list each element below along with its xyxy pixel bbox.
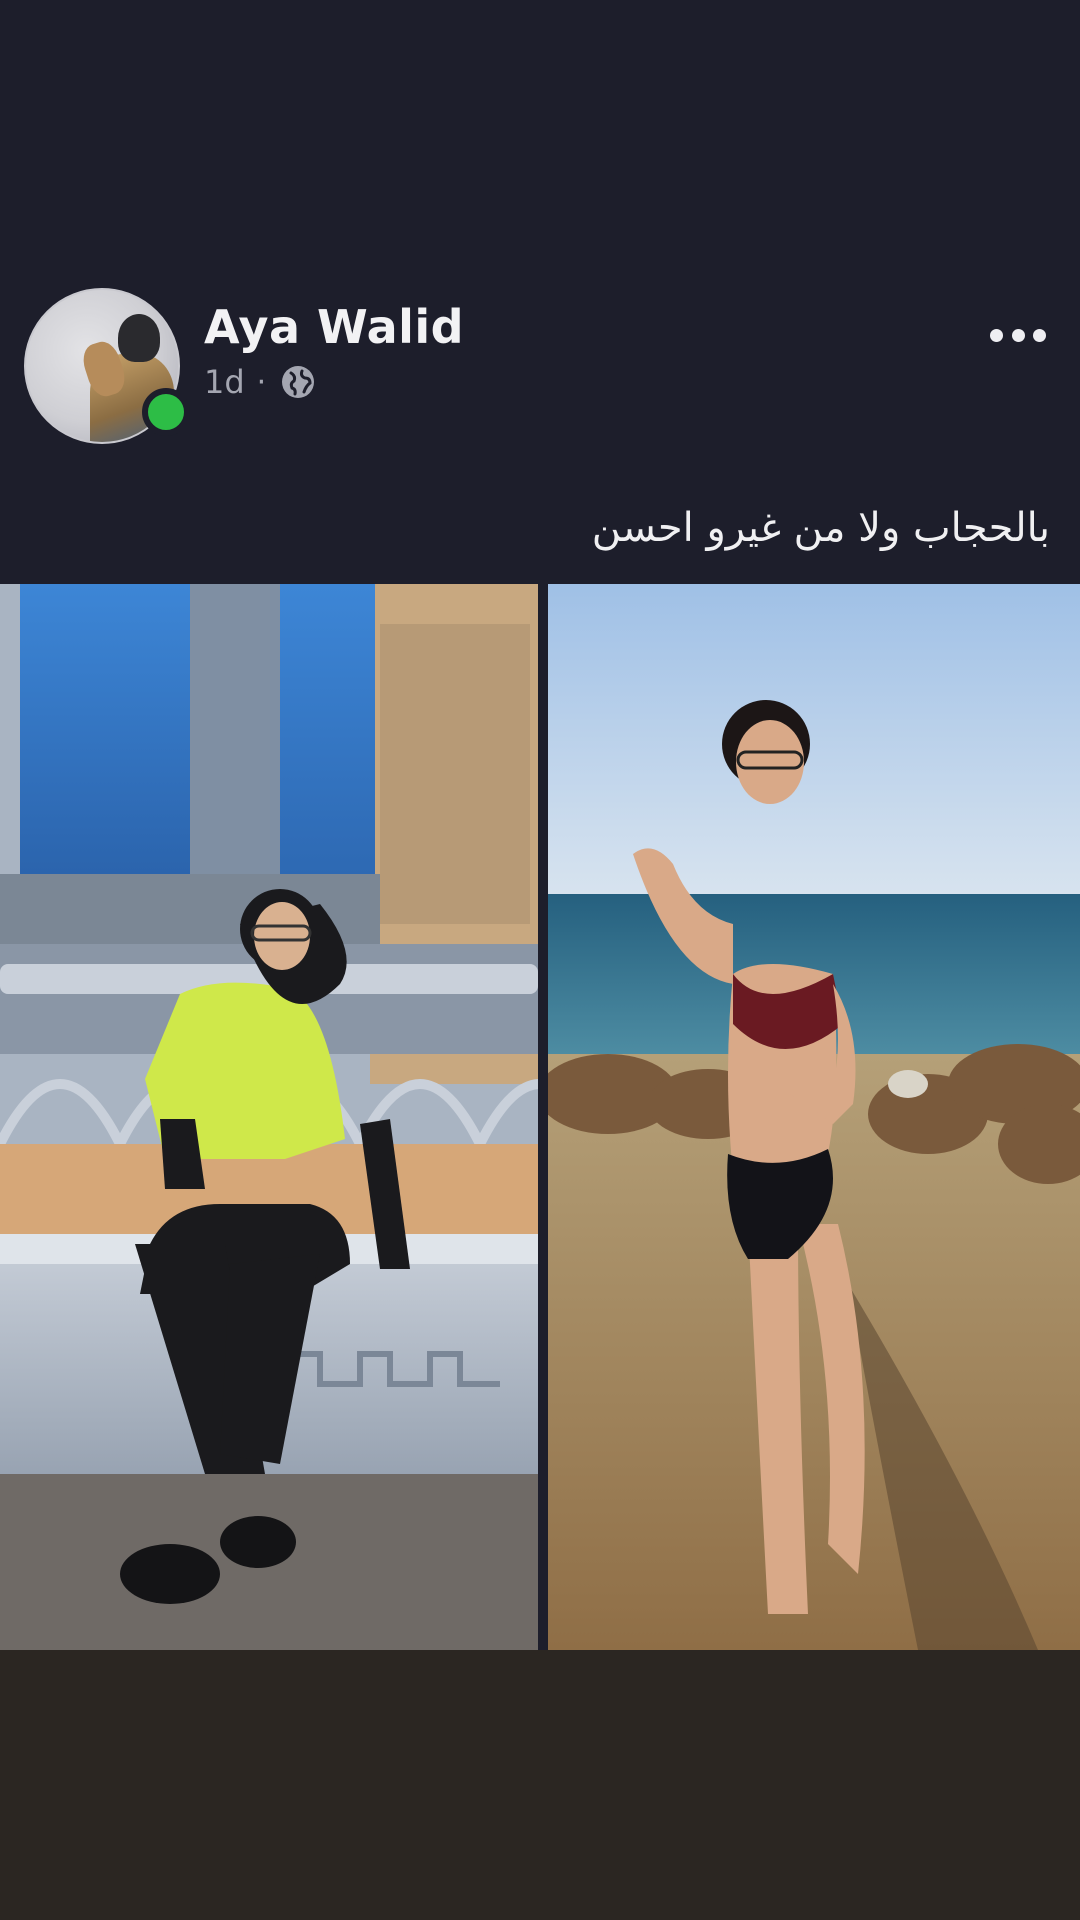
- more-options-icon-dot: [1011, 328, 1025, 342]
- online-status-indicator: [142, 388, 190, 436]
- globe-icon[interactable]: [278, 362, 318, 402]
- facebook-post-screenshot: Aya Walid 1d · بالحجاب ولا من غيرو احسن: [0, 0, 1080, 1920]
- bottom-band: [0, 1650, 1080, 1920]
- post-meta: 1d ·: [204, 360, 318, 404]
- post-caption: بالحجاب ولا من غيرو احسن: [591, 505, 1050, 551]
- post-time[interactable]: 1d: [204, 363, 245, 401]
- post-photo-left[interactable]: [0, 584, 538, 1650]
- photo-divider: [538, 584, 548, 1650]
- meta-separator: ·: [256, 364, 267, 400]
- more-options-button[interactable]: [984, 320, 1052, 350]
- more-options-icon-dot: [990, 328, 1003, 342]
- photo-right-illustration: [548, 584, 1080, 1650]
- avatar-figure-head: [118, 314, 160, 362]
- post-header: Aya Walid 1d ·: [0, 280, 1080, 460]
- post-photo-right[interactable]: [548, 584, 1080, 1650]
- more-options-icon-dot: [1033, 328, 1046, 342]
- photo-left-illustration: [0, 584, 538, 1650]
- author-name[interactable]: Aya Walid: [204, 300, 464, 354]
